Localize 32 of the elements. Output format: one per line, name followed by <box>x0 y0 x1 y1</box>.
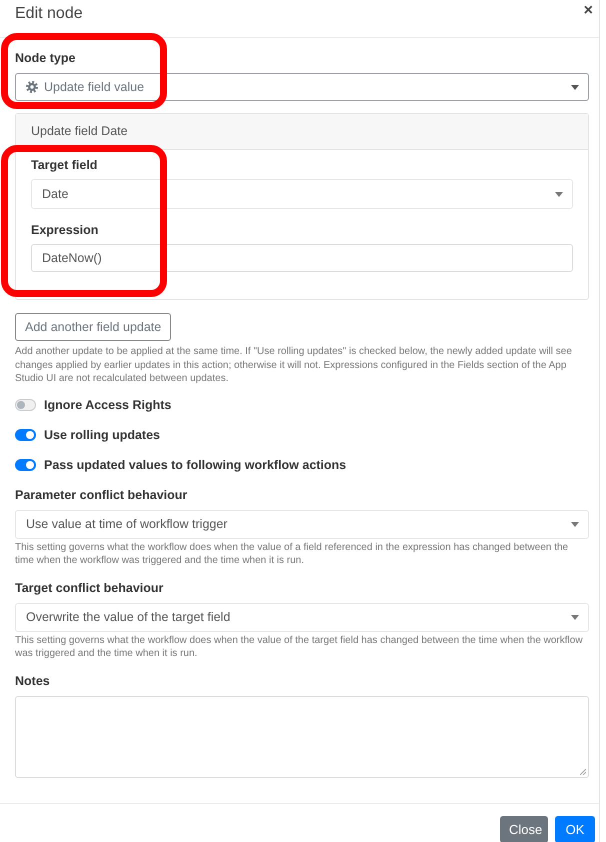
toggle-label: Use rolling updates <box>44 428 160 442</box>
field-label: Target conflict behaviour <box>15 580 164 596</box>
close-button[interactable]: × <box>584 3 593 19</box>
field-label: Parameter conflict behaviour <box>15 486 188 502</box>
resize-grip-icon <box>580 768 586 774</box>
help-text: This setting governs what the workflow does when the value of the target field has changed between the time when the workflow was triggered and the time when it is run. <box>15 634 584 660</box>
caret-icon <box>555 192 563 196</box>
behaviour-select[interactable]: Overwrite the value of the target field <box>15 602 589 632</box>
toggle-label: Ignore Access Rights <box>44 398 172 412</box>
toggle-label: Pass updated values to following workflow actions <box>44 458 346 472</box>
close-dialog-button[interactable]: Close <box>500 816 548 842</box>
help-text: Add another update to be applied at the same time. If "Use rolling updates" is checked below, the newly added update will see changes applied by earlier updates in this action; otherwise it will not. Expressions configured in the Fields section of the App Studio UI are not recalculated between updates. <box>15 345 573 386</box>
node-type-select[interactable]: Update field value <box>15 73 589 101</box>
card-header: Update field Date <box>16 114 588 150</box>
caret-icon <box>571 84 579 90</box>
toggle-switch[interactable] <box>15 458 36 470</box>
behaviour-select[interactable]: Use value at time of workflow trigger <box>15 510 589 538</box>
caret-icon <box>571 522 579 526</box>
field-label: Expression <box>31 222 98 238</box>
caret-icon <box>571 614 579 620</box>
target-field-select[interactable]: Date <box>31 179 573 209</box>
dialog-title: Edit node <box>15 4 83 23</box>
help-text: This setting governs what the workflow does when the value of a field referenced in the expression has changed between the time when the workflow was triggered and the time when it is run. <box>15 540 570 568</box>
toggle-switch[interactable] <box>15 398 36 410</box>
expression-input[interactable]: DateNow() <box>31 244 573 272</box>
ok-button[interactable]: OK <box>555 816 595 842</box>
field-label: Node type <box>15 50 76 66</box>
toggle-switch[interactable] <box>15 428 36 440</box>
field-label: Target field <box>31 157 98 173</box>
gear-icon <box>26 81 38 93</box>
add-field-update-button[interactable]: Add another field update <box>15 313 172 341</box>
field-label: Notes <box>15 672 50 688</box>
